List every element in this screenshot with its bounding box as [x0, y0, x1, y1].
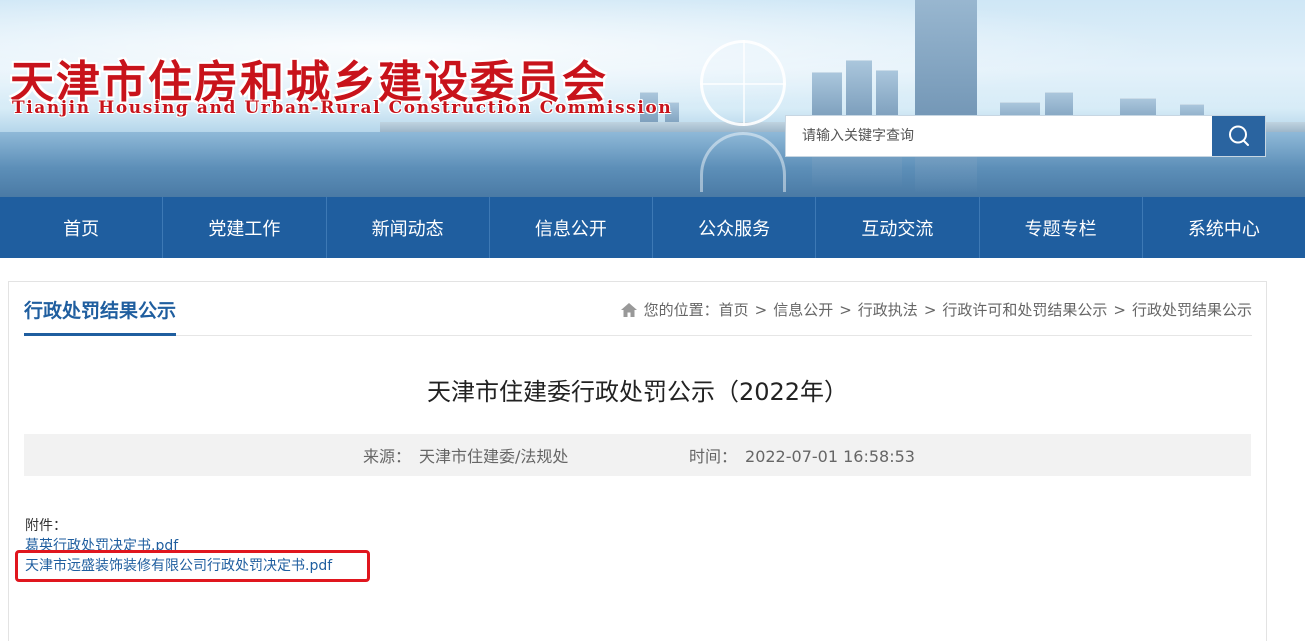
breadcrumb-home[interactable]: 首页	[719, 299, 749, 320]
skyline-building	[915, 0, 977, 132]
ferris-wheel	[700, 40, 786, 126]
search-box	[785, 115, 1266, 157]
article-time: 时间： 2022-07-01 16:58:53	[689, 443, 915, 467]
nav-item-system-center[interactable]: 系统中心	[1143, 197, 1305, 258]
search-button[interactable]	[1212, 116, 1265, 156]
nav-item-special-topics[interactable]: 专题专栏	[980, 197, 1143, 258]
breadcrumb-admin-enforcement[interactable]: 行政执法	[858, 299, 918, 320]
breadcrumb-separator: >	[1113, 300, 1126, 319]
nav-item-news[interactable]: 新闻动态	[327, 197, 490, 258]
nav-item-info-disclosure[interactable]: 信息公开	[490, 197, 653, 258]
nav-item-home[interactable]: 首页	[0, 197, 164, 258]
article-source: 来源： 天津市住建委/法规处	[363, 443, 568, 467]
nav-item-party-building[interactable]: 党建工作	[163, 197, 327, 258]
home-icon	[620, 302, 637, 317]
nav-item-interaction[interactable]: 互动交流	[816, 197, 980, 258]
search-icon	[1228, 125, 1249, 146]
time-value: 2022-07-01 16:58:53	[745, 447, 915, 466]
breadcrumb-separator: >	[923, 300, 937, 319]
main-nav: 首页 党建工作 新闻动态 信息公开 公众服务 互动交流 专题专栏 系统中心	[0, 197, 1305, 258]
source-value: 天津市住建委/法规处	[419, 447, 569, 466]
time-label: 时间：	[689, 447, 738, 466]
nav-item-public-service[interactable]: 公众服务	[653, 197, 817, 258]
breadcrumb-separator: >	[839, 300, 852, 319]
section-header: 行政处罚结果公示 您的位置： 首页 > 信息公开 > 行政执法 > 行政许可和处…	[24, 282, 1252, 336]
source-label: 来源：	[363, 447, 412, 466]
search-input[interactable]	[786, 116, 1212, 156]
breadcrumb: 您的位置： 首页 > 信息公开 > 行政执法 > 行政许可和处罚结果公示 > 行…	[620, 299, 1252, 320]
article-title: 天津市住建委行政处罚公示（2022年）	[426, 378, 849, 406]
highlight-annotation-box	[15, 550, 370, 582]
site-title-en: Tianjin Housing and Urban-Rural Construc…	[12, 98, 673, 118]
article-meta: 来源： 天津市住建委/法规处 时间： 2022-07-01 16:58:53	[24, 434, 1251, 476]
breadcrumb-info-disclosure[interactable]: 信息公开	[773, 299, 833, 320]
breadcrumb-penalty-results[interactable]: 行政处罚结果公示	[1132, 299, 1252, 320]
header-banner: 天津市住房和城乡建设委员会 Tianjin Housing and Urban-…	[0, 0, 1305, 197]
breadcrumb-prefix: 您的位置：	[643, 301, 719, 319]
attachments-label: 附件：	[25, 518, 67, 534]
breadcrumb-separator: >	[754, 300, 768, 319]
section-title: 行政处罚结果公示	[24, 296, 177, 336]
breadcrumb-licensing-penalty[interactable]: 行政许可和处罚结果公示	[942, 299, 1107, 320]
content-panel: 行政处罚结果公示 您的位置： 首页 > 信息公开 > 行政执法 > 行政许可和处…	[8, 281, 1267, 641]
